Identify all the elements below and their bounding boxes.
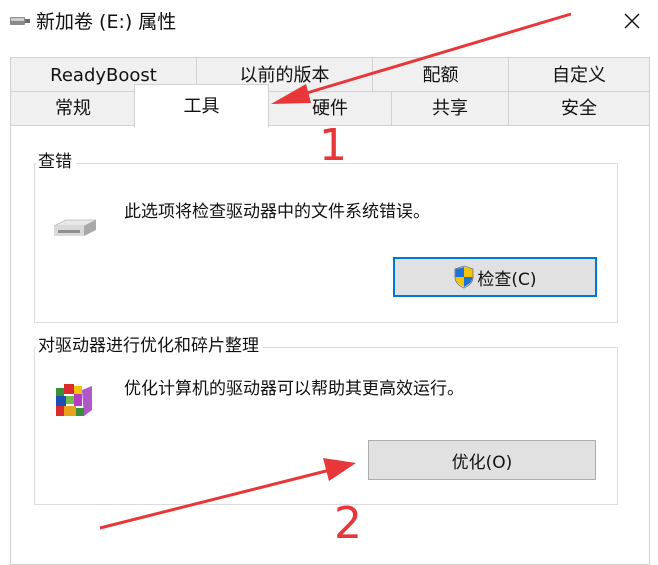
- window-title: 新加卷 (E:) 属性: [36, 11, 177, 33]
- annotation-number-2: 2: [334, 498, 362, 549]
- tab-tools[interactable]: 工具: [134, 84, 269, 128]
- check-button-label: 检查(C): [477, 269, 537, 290]
- optimize-button[interactable]: 优化(O): [368, 440, 596, 480]
- close-button[interactable]: [612, 4, 652, 38]
- tab-security[interactable]: 安全: [508, 91, 650, 126]
- optimize-title: 对驱动器进行优化和碎片整理: [36, 335, 263, 357]
- tab-customize[interactable]: 自定义: [508, 57, 650, 92]
- uac-shield-icon: [455, 265, 474, 289]
- tab-general[interactable]: 常规: [10, 91, 136, 126]
- error-checking-group: [34, 163, 618, 323]
- defrag-icon: [56, 384, 92, 416]
- usb-drive-icon: [10, 17, 30, 25]
- check-button[interactable]: 检查(C): [393, 257, 597, 297]
- close-icon: [624, 13, 640, 29]
- annotation-number-1: 1: [319, 120, 347, 171]
- optimize-button-label: 优化(O): [451, 452, 513, 473]
- tab-sharing[interactable]: 共享: [391, 91, 509, 126]
- optimize-description: 优化计算机的驱动器可以帮助其更高效运行。: [124, 379, 464, 399]
- title-bar: 新加卷 (E:) 属性: [0, 0, 658, 44]
- error-checking-description: 此选项将检查驱动器中的文件系统错误。: [124, 202, 430, 222]
- error-checking-title: 查错: [36, 151, 76, 173]
- optimize-group: [34, 347, 618, 505]
- hard-drive-icon: [53, 219, 97, 236]
- tab-quota[interactable]: 配额: [372, 57, 509, 92]
